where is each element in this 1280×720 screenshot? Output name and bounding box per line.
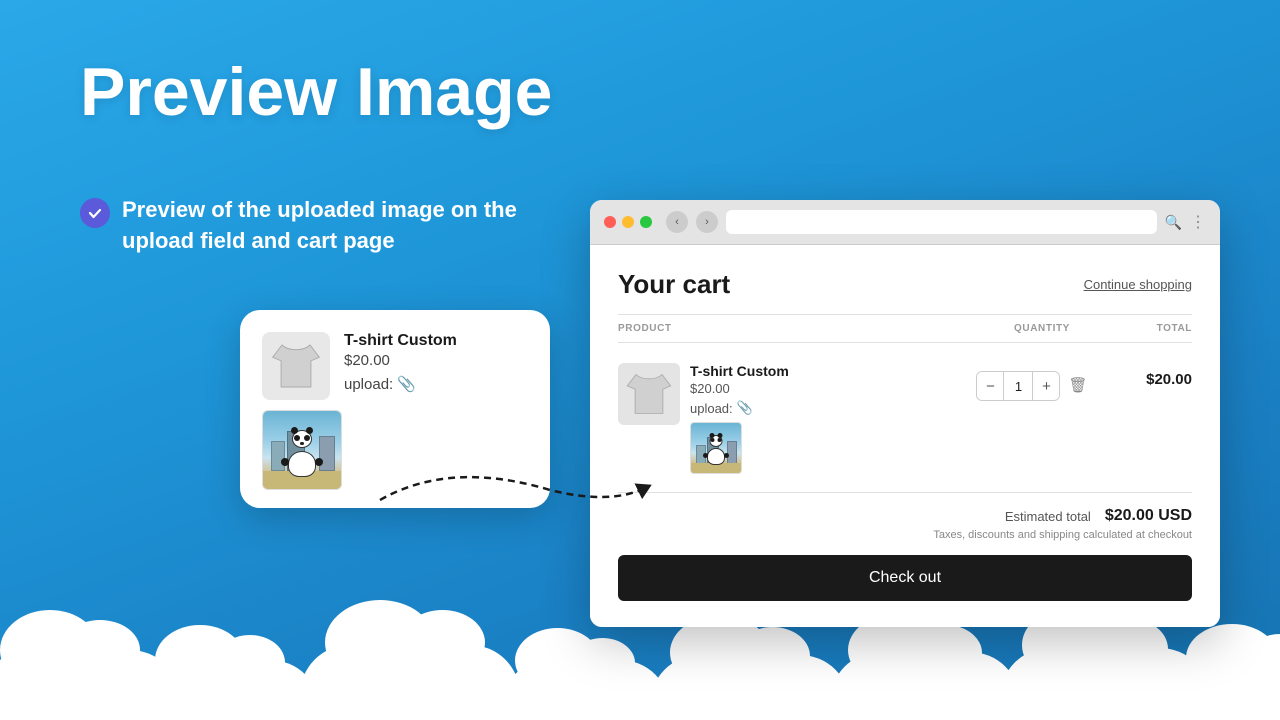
quantity-value: 1 <box>1003 371 1033 401</box>
traffic-light-red[interactable] <box>604 216 616 228</box>
col-header-product: PRODUCT <box>618 323 972 334</box>
cart-item: T-shirt Custom $20.00 upload: 📎 <box>618 355 1192 482</box>
cart-tshirt-icon <box>623 370 675 418</box>
product-thumbnail <box>262 332 330 400</box>
cart-uploaded-preview <box>690 422 742 474</box>
cart-item-price: $20.00 <box>690 381 952 396</box>
upload-product-price: $20.00 <box>344 352 457 369</box>
more-options-icon[interactable]: ⋮ <box>1190 212 1206 232</box>
cart-item-thumbnail <box>618 363 680 425</box>
upload-field-label: upload: 📎 <box>344 375 457 393</box>
nav-back-button[interactable]: ‹ <box>666 211 688 233</box>
item-total-amount: $20.00 <box>1146 371 1192 388</box>
quantity-area: − 1 + 🗑 <box>962 363 1102 401</box>
estimated-total-amount: $20.00 USD <box>1105 507 1192 525</box>
traffic-light-yellow[interactable] <box>622 216 634 228</box>
estimated-total-label: Estimated total <box>1005 509 1091 524</box>
cart-item-total: $20.00 <box>1112 363 1192 389</box>
search-icon: 🔍 <box>1165 214 1182 231</box>
quantity-increase-button[interactable]: + <box>1033 371 1059 401</box>
browser-titlebar: ‹ › 🔍 ⋮ <box>590 200 1220 245</box>
subtitle-row: Preview of the uploaded image on the upl… <box>80 195 560 257</box>
cart-item-name: T-shirt Custom <box>690 363 952 379</box>
cart-item-upload-row: upload: 📎 <box>690 400 952 416</box>
product-details: T-shirt Custom $20.00 upload: 📎 <box>344 332 457 393</box>
checkout-button[interactable]: Check out <box>618 555 1192 601</box>
tshirt-icon <box>268 340 324 392</box>
nav-forward-button[interactable]: › <box>696 211 718 233</box>
product-row: T-shirt Custom $20.00 upload: 📎 <box>262 332 528 400</box>
estimated-total-row: Estimated total $20.00 USD <box>618 507 1192 525</box>
traffic-light-green[interactable] <box>640 216 652 228</box>
col-header-quantity: QUANTITY <box>972 323 1112 334</box>
uploaded-image-preview <box>262 410 342 490</box>
quantity-decrease-button[interactable]: − <box>977 371 1003 401</box>
cart-header: Your cart Continue shopping <box>618 269 1192 300</box>
col-header-total: TOTAL <box>1112 323 1192 334</box>
upload-product-name: T-shirt Custom <box>344 332 457 350</box>
subtitle-text: Preview of the uploaded image on the upl… <box>122 195 560 257</box>
continue-shopping-link[interactable]: Continue shopping <box>1084 277 1192 292</box>
tax-note: Taxes, discounts and shipping calculated… <box>618 529 1192 541</box>
cart-paperclip-icon: 📎 <box>737 400 753 416</box>
page-title: Preview Image <box>80 55 552 130</box>
delete-item-button[interactable]: 🗑 <box>1068 371 1087 394</box>
cart-summary: Estimated total $20.00 USD Taxes, discou… <box>618 492 1192 601</box>
cart-title: Your cart <box>618 269 730 300</box>
cart-table-header: PRODUCT QUANTITY TOTAL <box>618 314 1192 343</box>
page-title-area: Preview Image <box>80 55 552 130</box>
panda-preview-image <box>263 411 341 489</box>
paperclip-icon: 📎 <box>397 375 416 393</box>
address-bar[interactable] <box>726 210 1157 234</box>
check-icon <box>87 205 103 221</box>
browser-window: ‹ › 🔍 ⋮ Your cart Continue shopping PROD… <box>590 200 1220 627</box>
cart-item-info: T-shirt Custom $20.00 upload: 📎 <box>690 363 952 474</box>
traffic-lights <box>604 216 652 228</box>
check-badge <box>80 198 110 228</box>
cart-page-content: Your cart Continue shopping PRODUCT QUAN… <box>590 245 1220 627</box>
upload-card: T-shirt Custom $20.00 upload: 📎 <box>240 310 550 508</box>
